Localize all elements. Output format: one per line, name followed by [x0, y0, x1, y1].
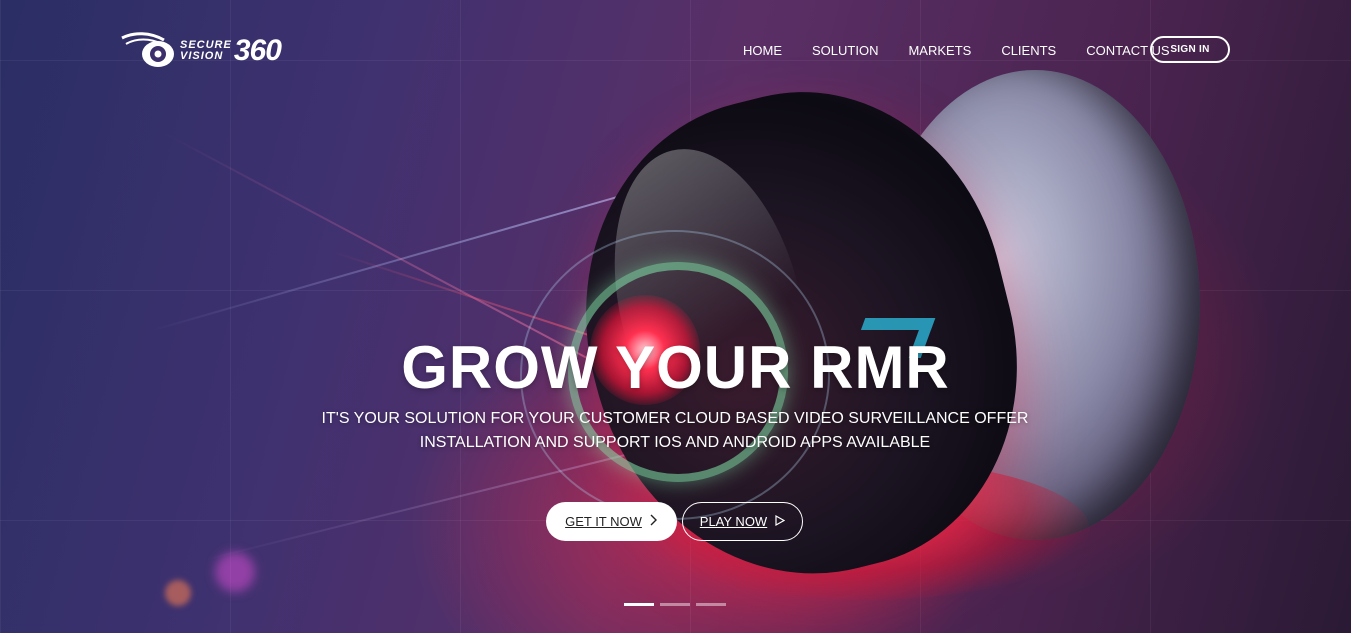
bokeh-light — [165, 580, 191, 606]
logo-bottom-text: VISION — [180, 50, 224, 62]
bokeh-light — [215, 552, 255, 592]
nav-markets[interactable]: MARKETS — [908, 42, 971, 60]
hero-subline: IT'S YOUR SOLUTION FOR YOUR CUSTOMER CLO… — [321, 410, 1029, 451]
play-icon — [775, 514, 786, 529]
slide-indicator-1[interactable] — [624, 603, 654, 606]
chevron-right-icon — [650, 514, 658, 529]
nav-home[interactable]: HOME — [743, 42, 782, 60]
nav-solution[interactable]: SOLUTION — [812, 42, 878, 60]
logo-number: 360 — [233, 34, 282, 67]
play-now-button[interactable]: PLAY NOW — [682, 502, 803, 541]
get-it-now-label: GET IT NOW — [565, 514, 642, 529]
slider-pagination — [624, 603, 726, 606]
hero-section: SECURE VISION 360 HOME SOLUTION MARKETS … — [0, 0, 1351, 633]
logo-wordmark: SECURE VISION 360 — [180, 34, 282, 68]
main-nav: HOME SOLUTION MARKETS CLIENTS CONTACT US — [743, 42, 1200, 60]
slide-indicator-3[interactable] — [696, 603, 726, 606]
hero-headline: GROW YOUR RMR — [401, 334, 950, 401]
sign-in-button[interactable]: SIGN IN — [1150, 36, 1230, 63]
play-now-label: PLAY NOW — [699, 514, 768, 529]
eye-logo-icon — [120, 30, 180, 72]
nav-clients[interactable]: CLIENTS — [1001, 42, 1056, 60]
slide-indicator-2[interactable] — [660, 603, 690, 606]
brand-logo[interactable]: SECURE VISION 360 — [120, 30, 305, 72]
get-it-now-button[interactable]: GET IT NOW — [546, 502, 677, 541]
